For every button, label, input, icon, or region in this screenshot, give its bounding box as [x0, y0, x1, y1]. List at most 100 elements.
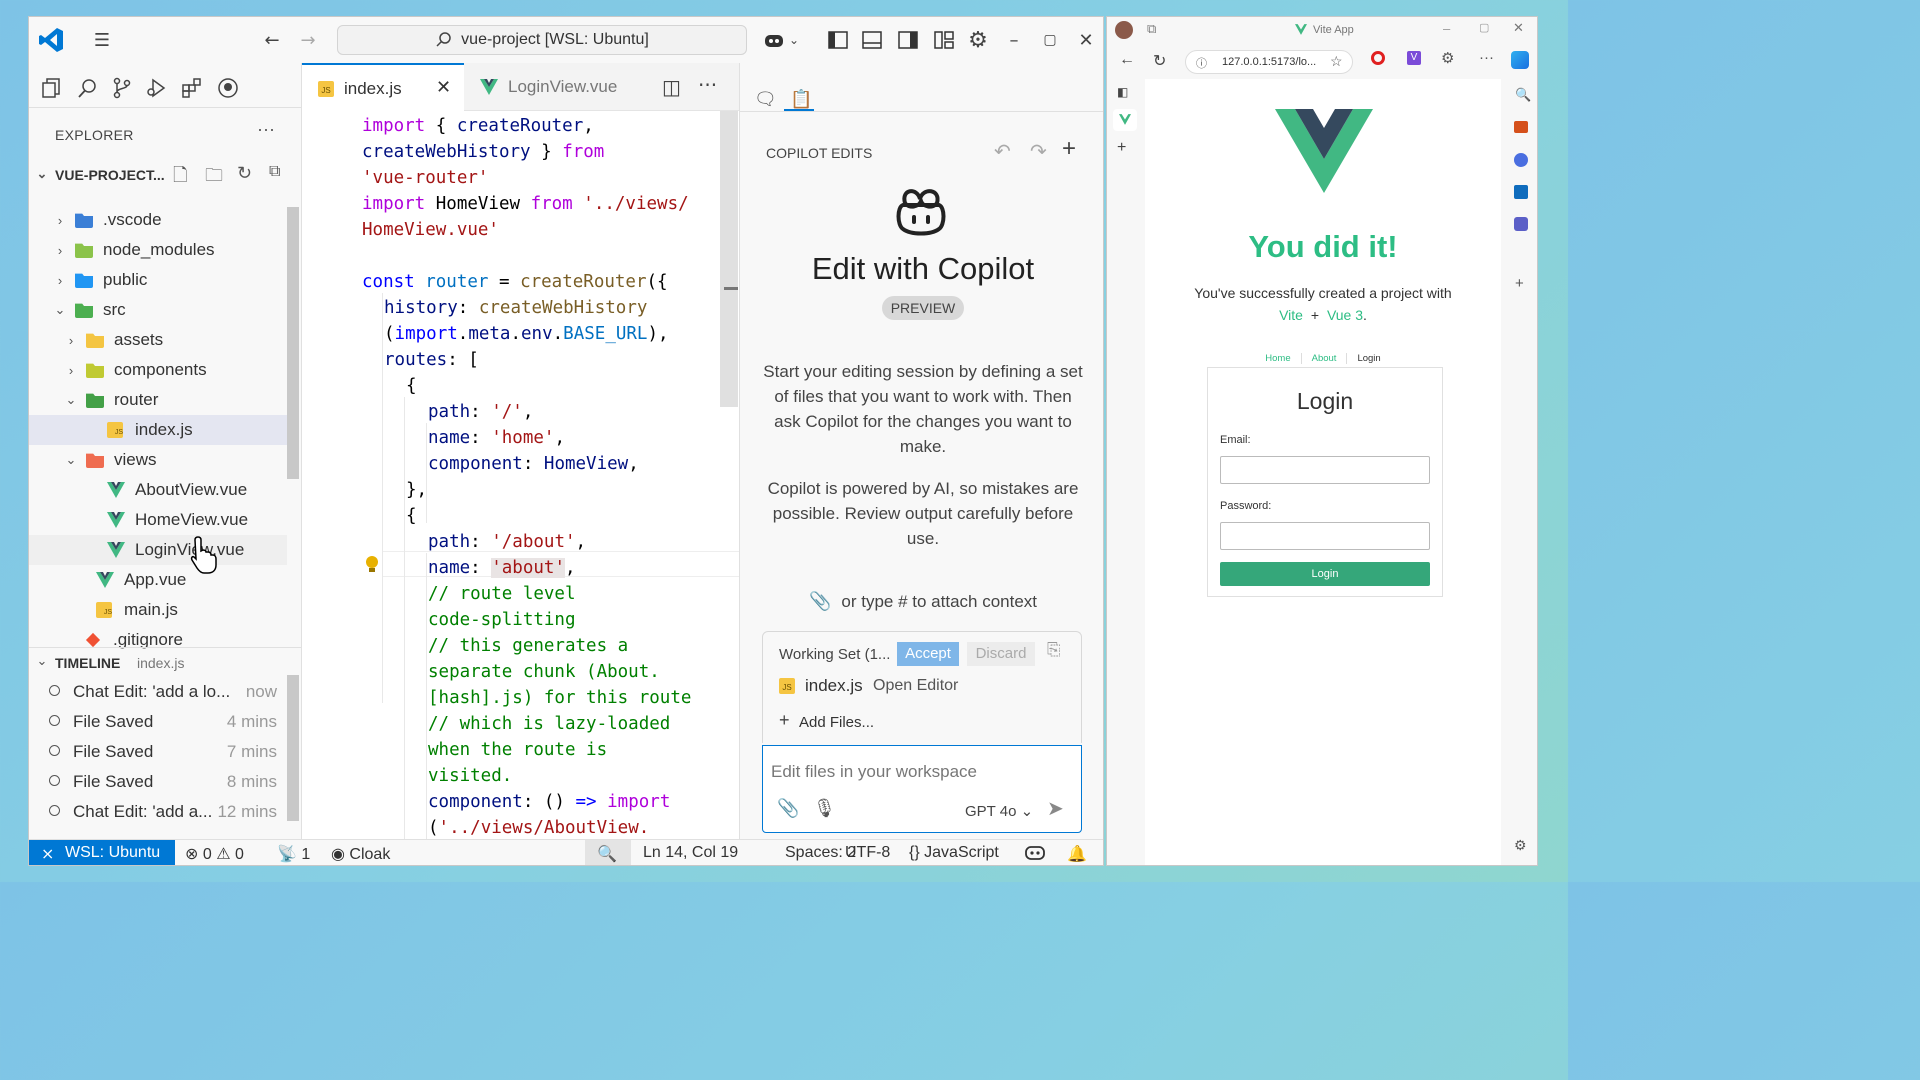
lightbulb-icon[interactable]: [364, 555, 380, 575]
tools-icon[interactable]: [1514, 153, 1528, 167]
problems-indicator[interactable]: ⊗ 0 ⚠ 0: [185, 844, 244, 864]
project-root[interactable]: ⌄ VUE-PROJECT... 🗋 🗀 ↻ ⧉: [29, 163, 301, 187]
accept-button[interactable]: Accept: [897, 642, 959, 666]
tab-actions-icon[interactable]: ◧: [1117, 85, 1128, 99]
send-icon[interactable]: ➤: [1047, 796, 1064, 821]
code-line[interactable]: {: [406, 503, 417, 529]
favorite-icon[interactable]: ☆: [1330, 53, 1343, 70]
new-folder-icon[interactable]: 🗀: [205, 163, 223, 193]
minimize-icon[interactable]: –: [1001, 27, 1027, 53]
customize-layout-icon[interactable]: [931, 27, 957, 53]
explorer-icon[interactable]: [39, 75, 65, 101]
avatar[interactable]: [1115, 21, 1133, 39]
copilot-input-box[interactable]: Edit files in your workspace 📎 🎙 GPT 4o …: [762, 745, 1082, 833]
redo-icon[interactable]: ↷: [1030, 139, 1047, 164]
gear-icon[interactable]: ⚙: [1514, 837, 1527, 854]
save-working-set-icon[interactable]: ⎘: [1047, 640, 1061, 660]
code-line[interactable]: // this generates a: [428, 633, 628, 659]
code-line[interactable]: name: 'home',: [428, 425, 565, 451]
code-line[interactable]: history: createWebHistory: [384, 295, 647, 321]
cursor-position[interactable]: Ln 14, Col 19: [643, 844, 738, 862]
login-button[interactable]: Login: [1220, 562, 1430, 586]
collapse-all-icon[interactable]: ⧉: [269, 163, 280, 181]
extensions-icon[interactable]: [179, 75, 205, 101]
url-text[interactable]: 127.0.0.1:5173/lo...: [1222, 56, 1316, 68]
encoding[interactable]: UTF-8: [845, 844, 890, 862]
nav-about[interactable]: About: [1301, 353, 1348, 364]
code-line[interactable]: HomeView.vue': [362, 217, 499, 243]
close-icon[interactable]: ✕: [1513, 20, 1524, 36]
timeline-item[interactable]: File Saved 7 mins: [29, 737, 287, 767]
code-line[interactable]: {: [406, 373, 417, 399]
opera-extension-icon[interactable]: [1371, 51, 1385, 65]
back-arrow-icon[interactable]: ←: [259, 27, 285, 53]
code-line[interactable]: createWebHistory } from: [362, 139, 604, 165]
email-input[interactable]: [1220, 456, 1430, 484]
explorer-scrollbar[interactable]: [287, 207, 299, 479]
minimize-icon[interactable]: –: [1443, 21, 1450, 36]
tree-item[interactable]: ⌄ router: [29, 385, 287, 415]
maximize-icon[interactable]: ▢: [1037, 27, 1063, 53]
discard-button[interactable]: Discard: [967, 642, 1035, 666]
command-center[interactable]: vue-project [WSL: Ubuntu]: [337, 25, 747, 55]
info-icon[interactable]: ⓘ: [1196, 55, 1207, 71]
tree-item[interactable]: › components: [29, 355, 287, 385]
maximize-icon[interactable]: ▢: [1479, 21, 1489, 34]
address-bar[interactable]: ⓘ 127.0.0.1:5173/lo... ☆: [1185, 50, 1353, 74]
timeline-item[interactable]: Chat Edit: 'add a... 12 mins: [29, 797, 287, 827]
working-set-file[interactable]: index.js: [805, 676, 863, 696]
notifications-icon[interactable]: 🔔: [1067, 844, 1087, 864]
gear-icon[interactable]: ⚙: [965, 27, 991, 53]
tree-item[interactable]: App.vue: [29, 565, 287, 595]
more-actions-icon[interactable]: ···: [698, 73, 717, 97]
search-icon[interactable]: 🔍: [1515, 87, 1531, 103]
outlook-icon[interactable]: [1514, 185, 1528, 199]
tree-item[interactable]: › .vscode: [29, 205, 287, 235]
code-line[interactable]: component: () => import: [428, 789, 670, 815]
toggle-secondary-sidebar-icon[interactable]: [895, 27, 921, 53]
tree-item[interactable]: › assets: [29, 325, 287, 355]
more-actions-icon[interactable]: ···: [257, 119, 275, 140]
copilot-status-icon[interactable]: [1025, 844, 1045, 865]
code-line[interactable]: path: '/about',: [428, 529, 586, 555]
timeline-scrollbar[interactable]: [287, 675, 299, 821]
tree-item[interactable]: JS main.js: [29, 595, 287, 625]
code-line[interactable]: routes: [: [384, 347, 479, 373]
zoom-indicator[interactable]: 🔍: [585, 840, 631, 865]
remote-indicator[interactable]: ⨯ WSL: Ubuntu: [29, 840, 175, 865]
undo-icon[interactable]: ↶: [994, 139, 1011, 164]
code-line[interactable]: const router = createRouter({: [362, 269, 668, 295]
ports-indicator[interactable]: 📡 1: [277, 844, 310, 864]
toggle-primary-sidebar-icon[interactable]: [825, 27, 851, 53]
code-line[interactable]: import HomeView from '../views/: [362, 191, 689, 217]
tab-title[interactable]: Vite App: [1313, 24, 1354, 36]
copilot-menu-icon[interactable]: ⌄: [761, 27, 801, 53]
nav-home[interactable]: Home: [1255, 353, 1302, 364]
copilot-edits-icon[interactable]: 📋: [790, 89, 812, 110]
code-line[interactable]: 'vue-router': [362, 165, 488, 191]
workspaces-icon[interactable]: ⧉: [1147, 21, 1156, 37]
split-editor-icon[interactable]: ◫: [662, 75, 681, 99]
code-line[interactable]: separate chunk (About.: [428, 659, 660, 685]
code-line[interactable]: (import.meta.env.BASE_URL),: [384, 321, 669, 347]
teams-icon[interactable]: [1514, 217, 1528, 231]
model-picker[interactable]: GPT 4o ⌄: [965, 802, 1033, 820]
code-line[interactable]: when the route is: [428, 737, 607, 763]
extensions-icon[interactable]: ⚙: [1441, 49, 1454, 67]
code-line[interactable]: // route level: [428, 581, 576, 607]
code-line[interactable]: component: HomeView,: [428, 451, 639, 477]
menu-icon[interactable]: ☰: [89, 27, 115, 53]
editor-scrollbar[interactable]: [720, 111, 738, 407]
code-line[interactable]: [hash].js) for this route: [428, 685, 691, 711]
code-editor[interactable]: import { createRouter, createWebHistory }…: [302, 111, 740, 839]
tree-item[interactable]: HomeView.vue: [29, 505, 287, 535]
toggle-panel-icon[interactable]: [859, 27, 885, 53]
code-line[interactable]: visited.: [428, 763, 512, 789]
password-input[interactable]: [1220, 522, 1430, 550]
copilot-chat-icon[interactable]: 🗨: [754, 89, 777, 110]
plus-icon[interactable]: +: [1062, 135, 1076, 163]
code-line[interactable]: },: [406, 477, 427, 503]
close-icon[interactable]: ✕: [1073, 27, 1099, 53]
attach-icon[interactable]: 📎: [777, 798, 799, 819]
vue-link[interactable]: Vue 3: [1327, 307, 1363, 323]
